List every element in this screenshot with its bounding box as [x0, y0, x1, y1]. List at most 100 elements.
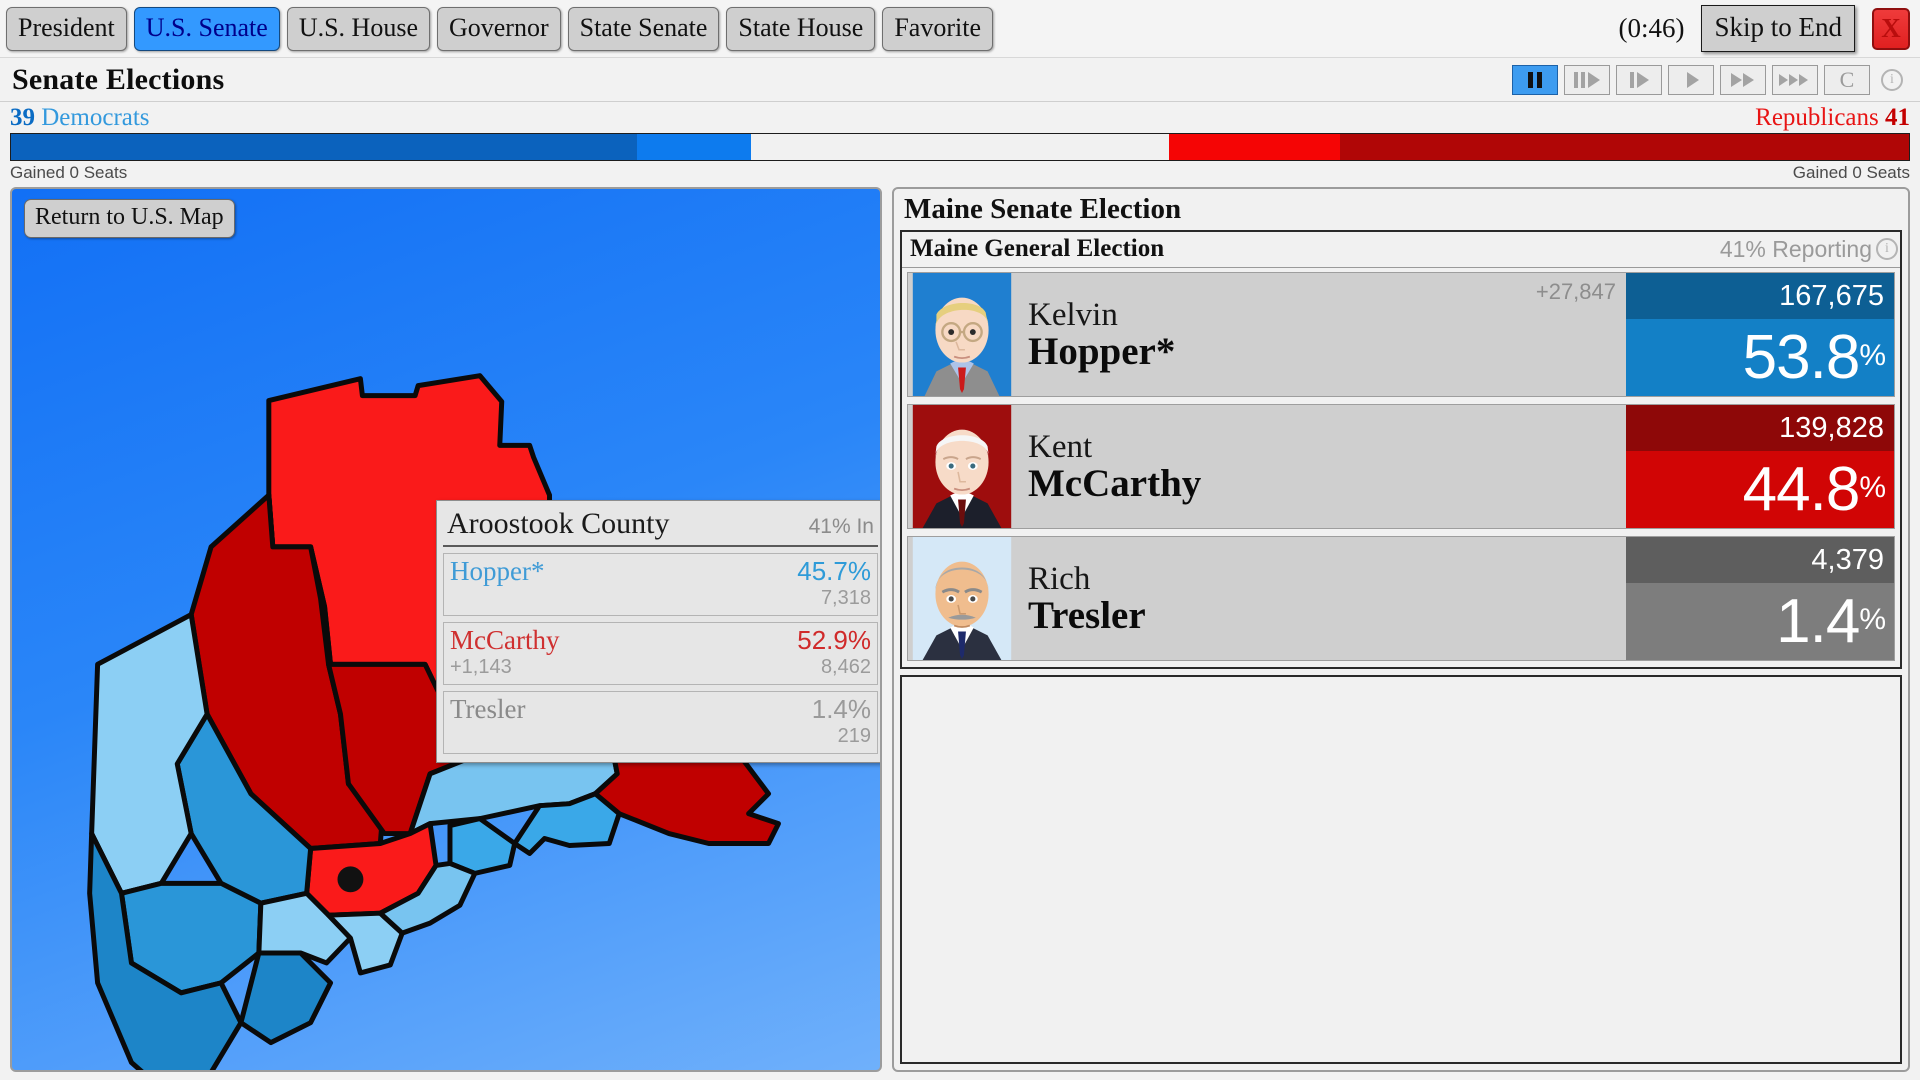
candidate-numbers: 4,379 1.4% [1626, 537, 1894, 660]
play-button[interactable] [1668, 64, 1714, 95]
close-icon[interactable]: X [1872, 7, 1910, 50]
candidate-last-name: Tresler [1028, 594, 1146, 638]
avatar-tresler-icon [912, 537, 1012, 660]
candidate-first-name: Rich [1028, 560, 1091, 597]
candidate-percent: 53.8% [1626, 319, 1894, 396]
general-election-label: Maine General Election [910, 235, 1165, 262]
nav-tab-us-house[interactable]: U.S. House [286, 6, 430, 51]
very-fast-forward-button[interactable] [1772, 64, 1818, 95]
general-election-header: Maine General Election 41% Reporting i [902, 232, 1900, 268]
cycle-button[interactable]: C [1824, 64, 1870, 95]
county-tooltip: Aroostook County 41% In Hopper* 45.7% 7,… [436, 500, 880, 763]
tooltip-candidate-name: Hopper* [450, 556, 545, 586]
candidate-percent-value: 44.8 [1742, 454, 1861, 524]
candidate-row[interactable]: Kelvin Hopper* +27,847 167,675 53.8% [907, 272, 1895, 397]
percent-symbol: % [1859, 338, 1886, 372]
pause-button[interactable] [1512, 64, 1558, 95]
nav-tab-us-senate[interactable]: U.S. Senate [133, 6, 280, 51]
avatar [908, 405, 1016, 528]
tooltip-row-top: McCarthy 52.9% [450, 625, 871, 656]
percent-symbol: % [1859, 602, 1886, 636]
return-to-us-map-button[interactable]: Return to U.S. Map [24, 199, 235, 238]
tooltip-candidate-pct: 45.7% [797, 556, 871, 586]
cycle-label: C [1839, 66, 1855, 92]
step-button[interactable] [1616, 64, 1662, 95]
candidate-percent-value: 1.4 [1776, 586, 1860, 656]
seatbar-dem-safe [11, 134, 638, 160]
results-empty-area [900, 675, 1902, 1064]
seat-gain-row: Gained 0 Seats Gained 0 Seats [10, 161, 1910, 183]
candidate-name-block: Kelvin Hopper* [1016, 273, 1536, 396]
avatar-hopper-icon [912, 273, 1012, 396]
avatar-mccarthy-icon [912, 405, 1012, 528]
tooltip-header: Aroostook County 41% In [443, 505, 878, 547]
county-york[interactable] [238, 950, 334, 1046]
seat-progress-bar [10, 133, 1910, 161]
candidate-first-name: Kent [1028, 428, 1093, 465]
seat-labels: 39 Democrats Republicans 41 [10, 104, 1910, 132]
avatar [908, 273, 1016, 396]
republican-seats-gained: Gained 0 Seats [1792, 163, 1910, 182]
candidate-last-name: Hopper* [1028, 330, 1176, 374]
candidate-name-block: Rich Tresler [1016, 537, 1616, 660]
tooltip-row-mccarthy: McCarthy 52.9% +1,143 8,462 [443, 622, 878, 685]
page-title: Senate Elections [12, 62, 225, 96]
candidate-margin: +27,847 [1535, 279, 1616, 304]
info-glyph: i [1881, 68, 1903, 91]
header-bar: Senate Elections C i [0, 58, 1920, 102]
skip-to-end-button[interactable]: Skip to End [1701, 5, 1855, 52]
seatbar-dem-lean [637, 134, 752, 160]
general-election-box: Maine General Election 41% Reporting i K… [900, 230, 1902, 669]
info-icon[interactable]: i [1876, 238, 1898, 260]
reporting-text: 41% Reporting [1719, 235, 1872, 262]
nav-tab-favorite[interactable]: Favorite [882, 6, 993, 51]
tooltip-row-bottom: 7,318 [450, 587, 871, 611]
democrat-party-label: Democrats [41, 104, 150, 131]
fast-forward-button[interactable] [1720, 64, 1766, 95]
republican-seat-count: 41 [1885, 104, 1910, 131]
nav-tab-governor[interactable]: Governor [436, 6, 561, 51]
nav-tab-state-house[interactable]: State House [726, 6, 876, 51]
candidate-percent: 1.4% [1626, 583, 1894, 660]
tooltip-row-top: Tresler 1.4% [450, 694, 871, 725]
tooltip-row-top: Hopper* 45.7% [450, 556, 871, 587]
tooltip-candidate-votes: 219 [837, 725, 871, 747]
top-navigation-bar: President U.S. Senate U.S. House Governo… [0, 0, 1920, 58]
nav-tab-president[interactable]: President [6, 6, 127, 51]
percent-symbol: % [1859, 470, 1886, 504]
info-icon[interactable]: i [1876, 64, 1908, 96]
state-map-panel[interactable]: Return to U.S. Map Aroostook County 41% … [10, 187, 882, 1072]
tooltip-candidate-votes: 7,318 [820, 587, 871, 609]
tooltip-candidate-pct: 52.9% [797, 625, 871, 655]
main-content: Return to U.S. Map Aroostook County 41% … [0, 183, 1920, 1080]
democrat-seat-count: 39 [10, 104, 35, 131]
tooltip-row-bottom: +1,143 8,462 [450, 656, 871, 680]
playback-controls: C i [1512, 64, 1908, 96]
candidate-row[interactable]: Rich Tresler 4,379 1.4% [907, 536, 1895, 661]
candidate-first-name: Kelvin [1028, 296, 1118, 333]
candidate-percent: 44.8% [1626, 451, 1894, 528]
republican-seat-label: Republicans 41 [1755, 104, 1910, 132]
nav-tab-state-senate[interactable]: State Senate [567, 6, 720, 51]
seat-summary: 39 Democrats Republicans 41 Gained 0 Sea… [0, 102, 1920, 183]
tooltip-candidate-name: McCarthy [450, 625, 560, 655]
tooltip-candidate-votes: 8,462 [820, 656, 871, 678]
tooltip-candidate-margin: +1,143 [450, 656, 512, 678]
tooltip-candidate-name: Tresler [450, 694, 526, 724]
candidate-name-block: Kent McCarthy [1016, 405, 1616, 528]
candidate-last-name: McCarthy [1028, 462, 1202, 506]
democrat-seat-label: 39 Democrats [10, 104, 150, 132]
candidate-row[interactable]: Kent McCarthy 139,828 44.8% [907, 404, 1895, 529]
results-panel: Maine Senate Election Maine General Elec… [892, 187, 1910, 1072]
seatbar-rep-safe [1339, 134, 1909, 160]
countdown-timer: (0:46) [1618, 13, 1685, 43]
step-slow-button[interactable] [1564, 64, 1610, 95]
candidate-votes: 139,828 [1626, 405, 1894, 451]
candidate-margin [1616, 537, 1626, 660]
republican-party-label: Republicans [1755, 104, 1879, 131]
candidate-votes: 4,379 [1626, 537, 1894, 583]
tooltip-candidate-pct: 1.4% [811, 694, 871, 724]
tooltip-row-hopper: Hopper* 45.7% 7,318 [443, 553, 878, 616]
selected-county-marker [337, 866, 364, 893]
candidate-numbers: 139,828 44.8% [1626, 405, 1894, 528]
